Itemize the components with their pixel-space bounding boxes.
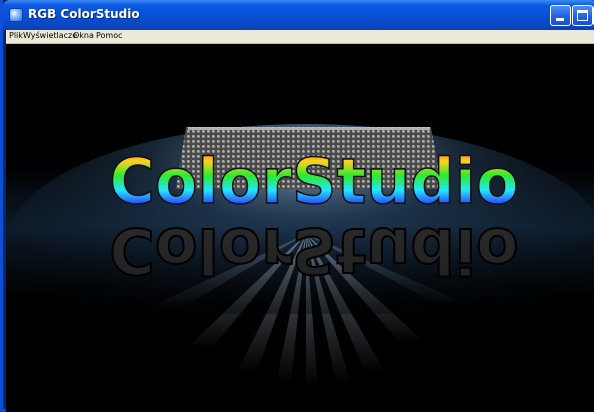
app-window: RGB ColorStudio Plik Wyświetlacze Okna P… (0, 0, 594, 412)
app-icon[interactable] (9, 8, 23, 22)
minimize-icon (556, 18, 564, 21)
colorstudio-logo: ColorStudio (109, 145, 518, 218)
window-title: RGB ColorStudio (28, 7, 140, 21)
menu-item-plik[interactable]: Plik (9, 31, 23, 40)
menu-item-pomoc[interactable]: Pomoc (96, 31, 123, 40)
maximize-button[interactable] (572, 5, 593, 26)
title-bar[interactable]: RGB ColorStudio (3, 0, 594, 30)
menu-bar: Plik Wyświetlacze Okna Pomoc (6, 30, 594, 44)
splash-canvas: ColorStudio ColorStudio (6, 44, 594, 412)
splash-scene: ColorStudio ColorStudio (6, 44, 594, 412)
menu-item-okna[interactable]: Okna (73, 31, 94, 40)
menu-item-wyswietlacze[interactable]: Wyświetlacze (23, 31, 77, 40)
maximize-icon (577, 10, 588, 21)
minimize-button[interactable] (550, 5, 571, 26)
